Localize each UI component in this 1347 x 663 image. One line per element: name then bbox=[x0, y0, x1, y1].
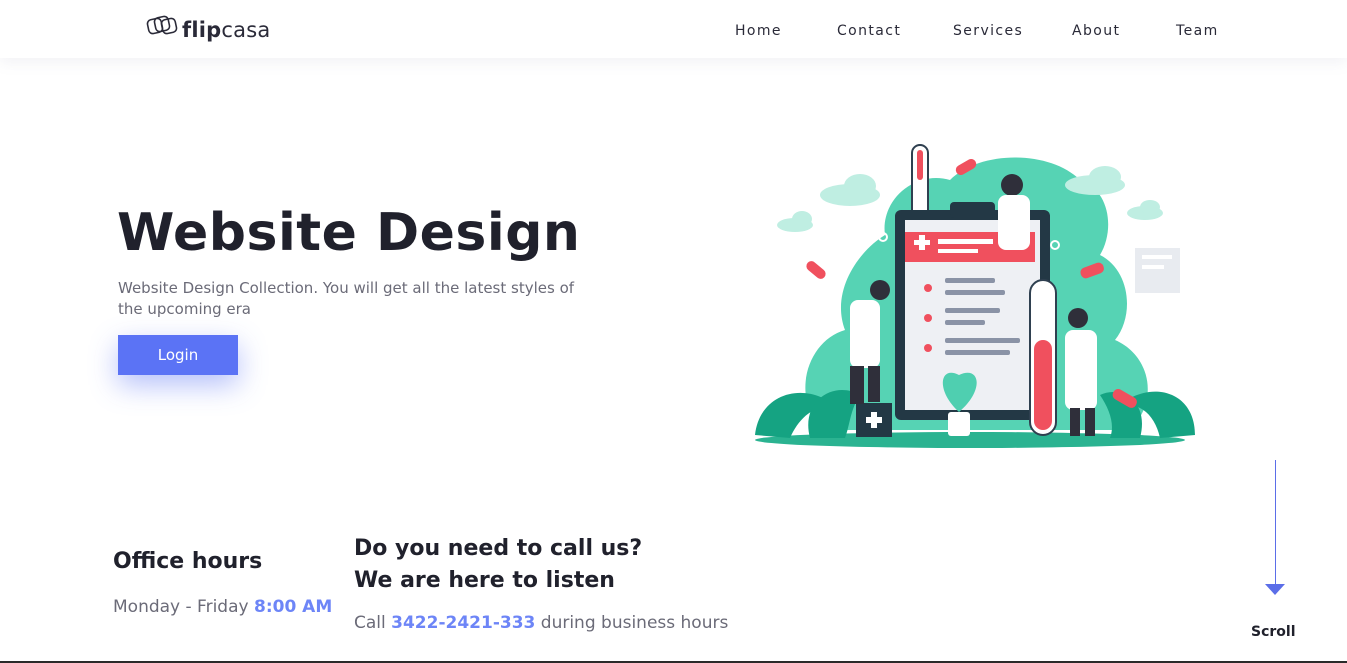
phone-number-link[interactable]: 3422-2421-333 bbox=[391, 613, 535, 633]
nav-contact[interactable]: Contact bbox=[837, 23, 901, 39]
hero-illustration bbox=[750, 140, 1200, 450]
logo-mark-icon bbox=[146, 13, 178, 46]
brand-name: flipcasa bbox=[182, 17, 271, 42]
nav-about[interactable]: About bbox=[1072, 23, 1120, 39]
login-button[interactable]: Login bbox=[118, 335, 238, 375]
hero-subtitle: Website Design Collection. You will get … bbox=[118, 279, 575, 318]
call-us-line: Call 3422-2421-333 during business hours bbox=[354, 613, 729, 633]
brand-logo[interactable]: flipcasa bbox=[146, 13, 270, 46]
office-hours-time: 8:00 AM bbox=[253, 597, 333, 617]
arrow-down-icon[interactable] bbox=[1265, 584, 1285, 595]
hero-title: Website Design bbox=[117, 203, 581, 263]
call-us-title: Do you need to call us? We are here to l… bbox=[354, 536, 643, 593]
scroll-indicator-line bbox=[1275, 460, 1276, 586]
nav-team[interactable]: Team bbox=[1176, 23, 1219, 39]
office-hours-line: Monday - Friday 8:00 AM bbox=[113, 597, 333, 617]
nav-home[interactable]: Home bbox=[735, 23, 782, 39]
site-header: flipcasa Home Contact Services About Tea… bbox=[0, 0, 1347, 58]
scroll-label[interactable]: Scroll bbox=[1251, 624, 1296, 640]
office-hours-title: Office hours bbox=[113, 549, 263, 574]
nav-services[interactable]: Services bbox=[953, 23, 1023, 39]
